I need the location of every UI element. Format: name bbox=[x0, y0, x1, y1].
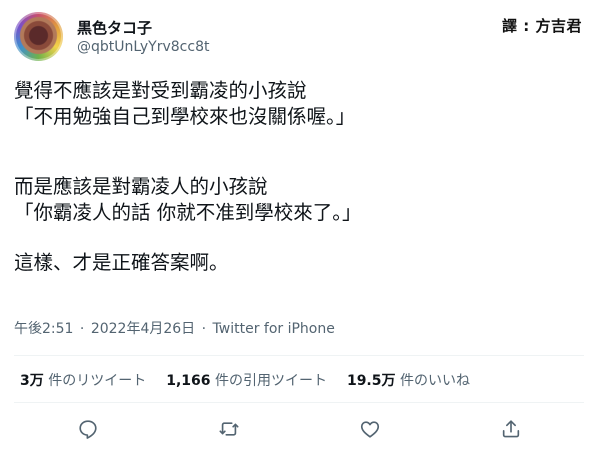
divider bbox=[14, 355, 584, 356]
share-icon bbox=[502, 420, 520, 438]
share-button[interactable] bbox=[496, 414, 526, 444]
retweets-stat[interactable]: 3万 件のリツイート bbox=[20, 370, 146, 390]
quotes-count: 1,166 bbox=[166, 373, 211, 389]
user-handle[interactable]: @qbtUnLyYrv8cc8t bbox=[77, 39, 209, 55]
tweet-line: 這樣、才是正確答案啊。 bbox=[14, 251, 229, 274]
likes-stat[interactable]: 19.5万 件のいいね bbox=[347, 370, 470, 390]
like-button[interactable] bbox=[355, 414, 385, 444]
avatar[interactable] bbox=[14, 12, 63, 61]
reply-button[interactable] bbox=[73, 414, 103, 444]
tweet-body: 覺得不應該是對受到霸凌的小孩說 「不用勉強自己到學校來也沒關係喔。」 而是應該是… bbox=[14, 78, 584, 276]
display-name[interactable]: 黒色タコ子 bbox=[77, 17, 152, 38]
tweet-line: 覺得不應該是對受到霸凌的小孩說 bbox=[14, 79, 307, 102]
tweet-date[interactable]: 2022年4月26日 bbox=[91, 321, 195, 337]
quotes-stat[interactable]: 1,166 件の引用ツイート bbox=[166, 370, 327, 390]
tweet-line: 「不用勉強自己到學校來也沒關係喔。」 bbox=[14, 105, 356, 128]
tweet-line: 而是應該是對霸凌人的小孩說 bbox=[14, 175, 268, 198]
tweet-line: 「你霸凌人的話 你就不准到學校來了。」 bbox=[14, 201, 362, 224]
retweets-label: 件のリツイート bbox=[48, 373, 147, 389]
tweet-stats: 3万 件のリツイート 1,166 件の引用ツイート 19.5万 件のいいね bbox=[20, 370, 470, 390]
retweet-icon bbox=[219, 422, 239, 436]
heart-icon bbox=[360, 421, 380, 438]
tweet-header: 黒色タコ子 @qbtUnLyYrv8cc8t 譯 : 方吉君 bbox=[14, 12, 584, 64]
translator-watermark: 譯 : 方吉君 bbox=[502, 17, 582, 35]
tweet-actions bbox=[0, 414, 598, 444]
retweet-button[interactable] bbox=[214, 414, 244, 444]
likes-label: 件のいいね bbox=[399, 373, 470, 389]
retweets-count: 3万 bbox=[20, 373, 44, 389]
tweet-meta: 午後2:51 · 2022年4月26日 · Twitter for iPhone bbox=[14, 318, 335, 338]
divider bbox=[14, 402, 584, 403]
likes-count: 19.5万 bbox=[346, 373, 396, 389]
tweet-time[interactable]: 午後2:51 bbox=[14, 321, 73, 337]
reply-icon bbox=[79, 420, 97, 439]
quotes-label: 件の引用ツイート bbox=[214, 373, 327, 389]
meta-separator: · bbox=[79, 321, 85, 337]
tweet-source[interactable]: Twitter for iPhone bbox=[213, 321, 335, 337]
meta-separator: · bbox=[201, 321, 207, 337]
